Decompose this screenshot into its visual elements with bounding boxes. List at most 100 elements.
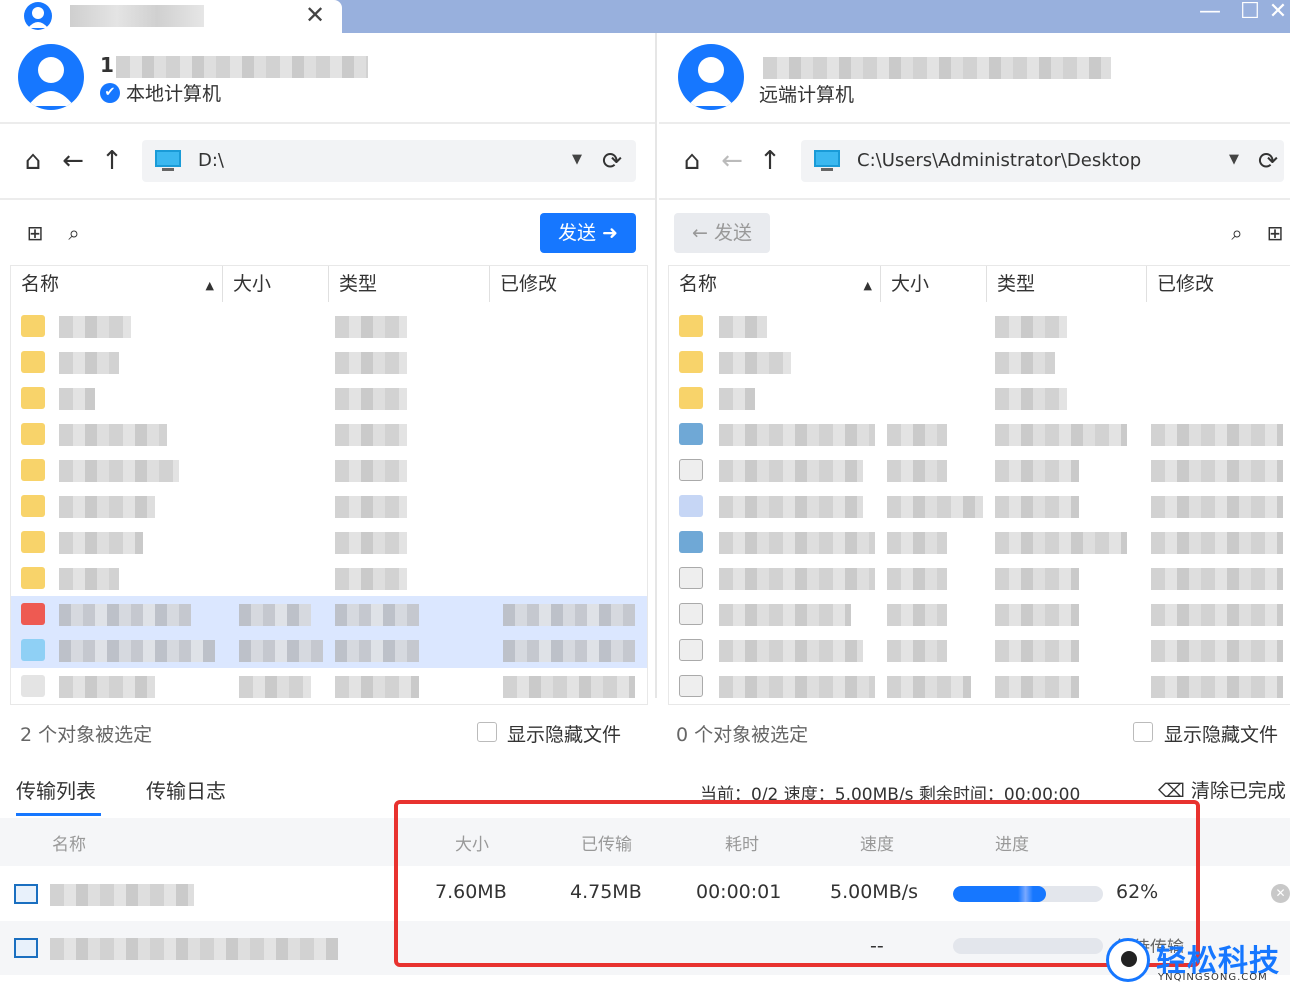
session-tab[interactable]: ✕ xyxy=(0,0,342,33)
file-row[interactable] xyxy=(669,308,1290,344)
refresh-icon[interactable]: ⟳ xyxy=(1253,146,1283,176)
up-arrow-icon[interactable]: ↑ xyxy=(755,146,785,176)
folder-icon xyxy=(21,423,45,445)
new-folder-icon[interactable]: ⊞ xyxy=(22,220,48,246)
file-row[interactable] xyxy=(11,524,647,560)
remote-selection-status: 0 个对象被选定 xyxy=(676,724,809,746)
new-folder-icon[interactable]: ⊞ xyxy=(1262,220,1288,246)
folder-icon xyxy=(21,531,45,553)
remote-show-hidden-checkbox[interactable] xyxy=(1133,722,1153,742)
highlight-box xyxy=(394,800,1200,967)
send-button[interactable]: 发送 ➜ xyxy=(540,213,636,253)
minimize-button[interactable]: — xyxy=(1190,0,1230,26)
col-header-name[interactable]: 名称 ▲ xyxy=(11,266,223,302)
monitor-icon xyxy=(814,150,840,171)
col-header-size[interactable]: 大小 xyxy=(223,266,329,302)
file-row[interactable] xyxy=(669,488,1290,524)
folder-icon xyxy=(679,387,703,409)
file-icon xyxy=(14,938,38,958)
file-row[interactable] xyxy=(669,668,1290,704)
local-file-list: 名称 ▲ 大小 类型 已修改 xyxy=(10,265,648,705)
col-header-type[interactable]: 类型 xyxy=(987,266,1147,302)
file-row[interactable] xyxy=(669,632,1290,668)
up-arrow-icon[interactable]: ↑ xyxy=(97,146,127,176)
file-row[interactable] xyxy=(669,380,1290,416)
chevron-down-icon[interactable]: ▼ xyxy=(572,152,582,167)
monitor-icon xyxy=(155,150,181,171)
file-icon xyxy=(679,567,703,589)
divider xyxy=(0,122,655,124)
refresh-icon[interactable]: ⟳ xyxy=(597,146,627,176)
search-icon[interactable]: ⌕ xyxy=(1224,220,1250,246)
clear-completed-button[interactable]: ⌫ 清除已完成 xyxy=(1158,776,1286,803)
maximize-button[interactable]: ☐ xyxy=(1230,0,1270,26)
close-window-button[interactable]: ✕ xyxy=(1266,0,1290,26)
file-row[interactable] xyxy=(669,524,1290,560)
remote-avatar xyxy=(678,44,744,110)
send-back-button[interactable]: ← 发送 xyxy=(674,213,770,253)
col-header-type[interactable]: 类型 xyxy=(329,266,490,302)
remote-computer-name xyxy=(763,57,1111,81)
back-arrow-icon[interactable]: ← xyxy=(58,146,88,176)
file-row[interactable] xyxy=(11,452,647,488)
file-row[interactable] xyxy=(669,452,1290,488)
file-row[interactable] xyxy=(669,344,1290,380)
file-icon xyxy=(679,639,703,661)
file-row[interactable] xyxy=(11,668,647,704)
file-row[interactable] xyxy=(669,596,1290,632)
col-header-modified[interactable]: 已修改 xyxy=(1147,266,1290,302)
col-header-size[interactable]: 大小 xyxy=(881,266,987,302)
avatar-icon xyxy=(24,2,52,30)
tab-close-button[interactable]: ✕ xyxy=(300,0,330,30)
folder-icon xyxy=(679,351,703,373)
tab-transfer-list[interactable]: 传输列表 xyxy=(16,775,96,804)
file-icon xyxy=(679,531,703,553)
cancel-transfer-icon[interactable]: ✕ xyxy=(1271,884,1290,903)
divider xyxy=(0,198,655,200)
file-row-selected[interactable] xyxy=(11,596,647,632)
file-row[interactable] xyxy=(11,560,647,596)
file-row[interactable] xyxy=(11,344,647,380)
remote-file-list: 名称 ▲ 大小 类型 已修改 xyxy=(668,265,1290,705)
remote-subtitle: 远端计算机 xyxy=(759,84,855,106)
folder-icon xyxy=(21,315,45,337)
local-path-box[interactable]: D:\ ▼ ⟳ xyxy=(142,140,636,182)
folder-icon xyxy=(21,567,45,589)
file-row[interactable] xyxy=(669,416,1290,452)
file-icon xyxy=(679,603,703,625)
local-show-hidden-checkbox[interactable] xyxy=(477,722,497,742)
tab-transfer-log[interactable]: 传输日志 xyxy=(146,775,226,804)
file-icon xyxy=(21,675,45,697)
local-avatar xyxy=(18,44,84,110)
active-tab-indicator xyxy=(16,813,101,816)
home-icon[interactable]: ⌂ xyxy=(18,146,48,176)
file-row[interactable] xyxy=(669,560,1290,596)
file-row-selected[interactable] xyxy=(11,632,647,668)
back-arrow-icon[interactable]: ← xyxy=(717,146,747,176)
title-bar: ✕ — ☐ ✕ xyxy=(0,0,1290,33)
col-header-name[interactable]: 名称 ▲ xyxy=(669,266,881,302)
folder-icon xyxy=(21,495,45,517)
file-row[interactable] xyxy=(11,308,647,344)
eraser-icon: ⌫ xyxy=(1158,780,1185,802)
chevron-down-icon[interactable]: ▼ xyxy=(1229,152,1239,167)
local-show-hidden-label: 显示隐藏文件 xyxy=(507,724,622,746)
search-icon[interactable]: ⌕ xyxy=(61,220,87,246)
col-header-modified[interactable]: 已修改 xyxy=(490,266,647,302)
file-row[interactable] xyxy=(11,380,647,416)
remote-show-hidden-label: 显示隐藏文件 xyxy=(1164,724,1279,746)
local-computer-name: 1 xyxy=(100,53,368,78)
watermark-logo: 轻松科技 YNQINGSONG.COM xyxy=(1104,934,1290,985)
logo-icon xyxy=(1106,938,1150,982)
local-path-text: D:\ xyxy=(198,150,224,171)
divider xyxy=(659,198,1290,200)
file-icon xyxy=(21,603,45,625)
file-icon xyxy=(679,495,703,517)
file-row[interactable] xyxy=(11,488,647,524)
file-row[interactable] xyxy=(11,416,647,452)
remote-path-box[interactable]: C:\Users\Administrator\Desktop ▼ ⟳ xyxy=(801,140,1284,182)
home-icon[interactable]: ⌂ xyxy=(677,146,707,176)
folder-icon xyxy=(21,387,45,409)
divider xyxy=(659,122,1290,124)
remote-path-text: C:\Users\Administrator\Desktop xyxy=(857,150,1142,171)
